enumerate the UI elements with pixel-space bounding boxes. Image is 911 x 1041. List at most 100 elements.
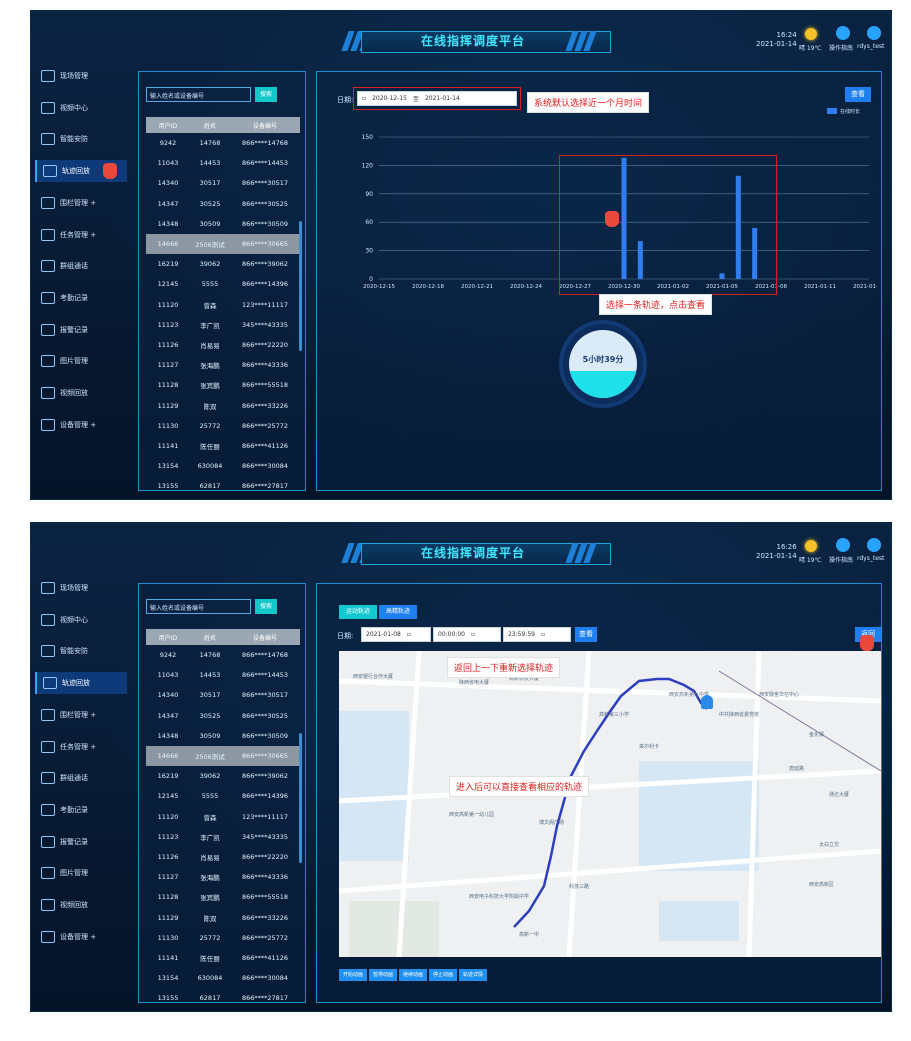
sidebar-item-11[interactable]: 设备管理 + bbox=[35, 414, 127, 436]
table-row[interactable]: 9242 14768 866****14768 bbox=[146, 645, 300, 665]
sidebar-item-7[interactable]: 考勤记录 bbox=[35, 799, 127, 821]
table-row[interactable]: 11126 肖易易 866****22220 bbox=[146, 847, 300, 867]
table-row[interactable]: 14340 30517 866****30517 bbox=[146, 685, 300, 705]
table-row[interactable]: 11127 张海鹏 866****43336 bbox=[146, 867, 300, 887]
user-icon[interactable] bbox=[867, 538, 881, 552]
table-cell: 866****33226 bbox=[241, 401, 289, 410]
table-cell: 866****30084 bbox=[241, 462, 289, 471]
time-to-picker[interactable]: 23:59:59 ▫ bbox=[503, 627, 571, 642]
view-button[interactable]: 查看 bbox=[845, 87, 871, 102]
sidebar-item-2[interactable]: 智能安防 bbox=[35, 640, 127, 662]
person-marker-icon[interactable] bbox=[701, 695, 713, 709]
user-menu[interactable]: rdys_test bbox=[857, 43, 884, 50]
table-row[interactable]: 11130 25772 866****25772 bbox=[146, 416, 300, 436]
sidebar-item-11[interactable]: 设备管理 + bbox=[35, 926, 127, 948]
search-button[interactable]: 搜索 bbox=[255, 599, 277, 614]
search-input[interactable]: 输入姓名或设备编号 bbox=[146, 599, 251, 614]
tab-motion-track[interactable]: 运动轨迹 bbox=[339, 605, 377, 619]
table-row[interactable]: 13155 62817 866****27817 bbox=[146, 988, 300, 1008]
sidebar-item-0[interactable]: 现场管理 bbox=[35, 577, 127, 599]
search-input[interactable]: 输入姓名或设备编号 bbox=[146, 87, 251, 102]
table-row[interactable]: 11127 张海鹏 866****43336 bbox=[146, 355, 300, 375]
sidebar-item-8[interactable]: 报警记录 bbox=[35, 831, 127, 853]
table-row[interactable]: 16219 39062 866****39062 bbox=[146, 254, 300, 274]
table-row[interactable]: 12145 5555 866****14396 bbox=[146, 274, 300, 294]
view-button[interactable]: 查看 bbox=[575, 627, 597, 642]
table-row[interactable]: 11128 张宾鹏 866****55518 bbox=[146, 375, 300, 395]
table-row[interactable]: 13154 630084 866****30084 bbox=[146, 968, 300, 988]
table-row[interactable]: 13154 630084 866****30084 bbox=[146, 456, 300, 476]
sidebar-item-3[interactable]: 轨迹回放 bbox=[35, 672, 127, 695]
sidebar-item-label: 报警记录 bbox=[60, 837, 88, 846]
animation-button-1[interactable]: 暂停动画 bbox=[369, 969, 397, 981]
table-cell: 866****41126 bbox=[241, 953, 289, 962]
table-row[interactable]: 11141 陈任丽 866****41126 bbox=[146, 436, 300, 456]
sidebar-item-10[interactable]: 视频回放 bbox=[35, 894, 127, 916]
sidebar-item-6[interactable]: 群组通话 bbox=[35, 255, 127, 277]
sidebar-item-9[interactable]: 图片管理 bbox=[35, 350, 127, 372]
table-row[interactable]: 12145 5555 866****14396 bbox=[146, 786, 300, 806]
table-row[interactable]: 14347 30525 866****30525 bbox=[146, 194, 300, 214]
sidebar-item-5[interactable]: 任务管理 + bbox=[35, 736, 127, 758]
user-menu[interactable]: rdys_test bbox=[857, 555, 884, 562]
tab-high-precision-track[interactable]: 高精轨迹 bbox=[379, 605, 417, 619]
table-row[interactable]: 11120 曾森 123****11117 bbox=[146, 295, 300, 315]
sidebar-item-4[interactable]: 围栏管理 + bbox=[35, 192, 127, 214]
table-row[interactable]: 14348 30509 866****30509 bbox=[146, 726, 300, 746]
sidebar-item-0[interactable]: 现场管理 bbox=[35, 65, 127, 87]
table-row[interactable]: 14666 2506测试 866****30665 bbox=[146, 233, 300, 255]
table-row[interactable]: 11129 陈双 866****33226 bbox=[146, 907, 300, 927]
sidebar-item-6[interactable]: 群组通话 bbox=[35, 767, 127, 789]
table-row[interactable]: 11123 李广凯 345****43335 bbox=[146, 315, 300, 335]
table-row[interactable]: 14666 2506测试 866****30665 bbox=[146, 745, 300, 767]
table-row[interactable]: 11130 25772 866****25772 bbox=[146, 928, 300, 948]
sidebar-item-1[interactable]: 视频中心 bbox=[35, 609, 127, 631]
animation-button-2[interactable]: 继续动画 bbox=[399, 969, 427, 981]
table-row[interactable]: 14347 30525 866****30525 bbox=[146, 706, 300, 726]
table-row[interactable]: 11043 14453 866****14453 bbox=[146, 665, 300, 685]
table-cell: 11128 bbox=[157, 381, 179, 390]
screenshot-trajectory-chart: 在线指挥调度平台 16:24 2021-01-14 晴 19℃ 操作指南 rdys… bbox=[30, 10, 892, 500]
sidebar-item-7[interactable]: 考勤记录 bbox=[35, 287, 127, 309]
animation-button-3[interactable]: 停止动画 bbox=[429, 969, 457, 981]
sidebar-item-2[interactable]: 智能安防 bbox=[35, 128, 127, 150]
table-cell: 11130 bbox=[157, 933, 179, 942]
sidebar-item-label: 群组通话 bbox=[60, 774, 88, 783]
map-view[interactable]: 西安银行合作大厦 陕西省电大厦 高新科技大厦 高新第三小学 来尔利卡 西安高新第九中学 博文… bbox=[339, 651, 881, 957]
guide-link[interactable]: 操作指南 bbox=[829, 555, 853, 564]
sidebar-item-8[interactable]: 报警记录 bbox=[35, 319, 127, 341]
table-row[interactable]: 11043 14453 866****14453 bbox=[146, 153, 300, 173]
user-icon[interactable] bbox=[867, 26, 881, 40]
table-row[interactable]: 13155 62817 866****27817 bbox=[146, 476, 300, 496]
sidebar-item-5[interactable]: 任务管理 + bbox=[35, 224, 127, 246]
animation-button-0[interactable]: 开始动画 bbox=[339, 969, 367, 981]
table-row[interactable]: 16219 39062 866****39062 bbox=[146, 766, 300, 786]
table-row[interactable]: 14340 30517 866****30517 bbox=[146, 173, 300, 193]
sidebar-item-9[interactable]: 图片管理 bbox=[35, 862, 127, 884]
table-row[interactable]: 11141 陈任丽 866****41126 bbox=[146, 948, 300, 968]
sidebar-item-1[interactable]: 视频中心 bbox=[35, 97, 127, 119]
guide-link[interactable]: 操作指南 bbox=[829, 43, 853, 52]
sidebar-item-4[interactable]: 围栏管理 + bbox=[35, 704, 127, 726]
table-cell: 11120 bbox=[157, 812, 179, 821]
search-button[interactable]: 搜索 bbox=[255, 87, 277, 102]
table-row[interactable]: 9242 14768 866****14768 bbox=[146, 133, 300, 153]
table-row[interactable]: 11120 曾森 123****11117 bbox=[146, 807, 300, 827]
table-row[interactable]: 14348 30509 866****30509 bbox=[146, 214, 300, 234]
date-picker[interactable]: 2021-01-08 ▫ bbox=[361, 627, 431, 642]
table-cell: 张海鹏 bbox=[200, 362, 220, 371]
table-row[interactable]: 11123 李广凯 345****43335 bbox=[146, 827, 300, 847]
table-row[interactable]: 11129 陈双 866****33226 bbox=[146, 395, 300, 415]
time-from-picker[interactable]: 00:00:00 ▫ bbox=[433, 627, 501, 642]
sidebar-item-10[interactable]: 视频回放 bbox=[35, 382, 127, 404]
table-row[interactable]: 11128 张宾鹏 866****55518 bbox=[146, 887, 300, 907]
scrollbar[interactable] bbox=[299, 221, 302, 351]
animation-button-4[interactable]: 轨迹详情 bbox=[459, 969, 487, 981]
compass-icon[interactable] bbox=[836, 26, 850, 40]
compass-icon[interactable] bbox=[836, 538, 850, 552]
user-table: 用户ID 姓名 设备编号 9242 14768 866****14768 11043 1445… bbox=[146, 629, 300, 1008]
table-cell: 11127 bbox=[157, 873, 179, 882]
scrollbar[interactable] bbox=[299, 733, 302, 863]
table-row[interactable]: 11126 肖易易 866****22220 bbox=[146, 335, 300, 355]
map-canvas[interactable] bbox=[339, 651, 881, 957]
